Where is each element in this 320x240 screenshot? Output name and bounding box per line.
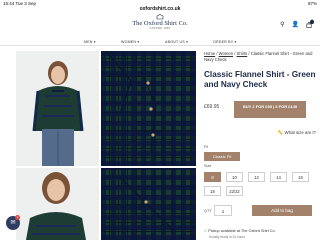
size-guide-link[interactable]: 📏 What size am I? [278,130,316,136]
size-option-16[interactable]: 16 [292,172,309,182]
model-smile-illustration [26,172,86,240]
size-option-22[interactable]: 22/22 [226,186,243,196]
size-option-10[interactable]: 10 [226,172,243,182]
model-front-illustration [32,61,84,166]
size-option-14[interactable]: 14 [270,172,287,182]
size-option-18[interactable]: 18 [204,186,221,196]
check-icon: ✓ [204,229,208,233]
breadcrumb-shirts[interactable]: Shirts [237,51,248,56]
size-option-8[interactable]: 8 [204,172,221,182]
multibuy-offer-badge[interactable]: BUY 2 FOR £95 | 3 FOR £140 [234,101,306,118]
chat-icon: ✉ [10,220,16,226]
nav-item-men[interactable]: MEN ▾ [84,40,96,44]
breadcrumb-home[interactable]: Home [204,51,215,56]
pickup-availability: ✓ Pickup available at The Oxford Shirt C… [204,229,276,233]
brand-logo[interactable]: The Oxford Shirt Co. OXFORD 1987 [0,14,320,30]
status-bar: 15:44 Tue 3 Sep 87% [0,0,320,8]
main-nav: MEN ▾ WOMEN ▾ ABOUT US ▾ ORDER BY ▾ [0,38,320,46]
nav-item-about[interactable]: ABOUT US ▾ [165,40,188,44]
nav-item-women[interactable]: WOMEN ▾ [121,40,139,44]
quantity-label: QTY [204,209,212,213]
account-icon[interactable]: 👤 [292,22,299,30]
add-to-bag-button[interactable]: Add to bag [252,205,312,216]
shopping-bag-icon[interactable]: 0 [306,20,314,30]
status-time: 15:44 Tue 3 Sep [3,1,37,6]
product-title: Classic Flannel Shirt - Green and Navy C… [204,70,316,89]
pickup-ready-note: Usually ready in 24 hours [209,235,245,239]
product-price: £69.95 [204,104,220,110]
brand-name: The Oxford Shirt Co. [132,20,188,27]
cuff-closeup-illustration [120,177,172,229]
collar-closeup-illustration [105,51,157,152]
battery-indicator: 87% [307,1,317,6]
breadcrumb-women[interactable]: Women [219,51,233,56]
size-label: Size [204,164,212,168]
product-image-cuff[interactable] [101,168,196,240]
product-image-closeup[interactable] [101,51,196,166]
product-image-model-smile[interactable] [16,168,99,240]
breadcrumb: Home / Women / Shirts / Classic Flannel … [204,51,313,62]
header-icons: ⚲ 👤 0 [280,20,314,30]
size-option-12[interactable]: 12 [248,172,265,182]
search-icon[interactable]: ⚲ [280,22,284,30]
bag-count-badge: 0 [310,20,314,26]
fit-option-classic[interactable]: Classic Fit [204,152,240,161]
brand-tagline: OXFORD 1987 [149,27,171,30]
ruler-icon: 📏 [277,130,284,135]
nav-item-order-by[interactable]: ORDER BY ▾ [213,40,237,44]
quantity-input[interactable]: 1 [214,205,232,216]
fit-label: Fit [204,145,209,149]
chat-unread-badge: 1 [15,215,20,220]
product-image-model-front[interactable] [16,51,99,166]
